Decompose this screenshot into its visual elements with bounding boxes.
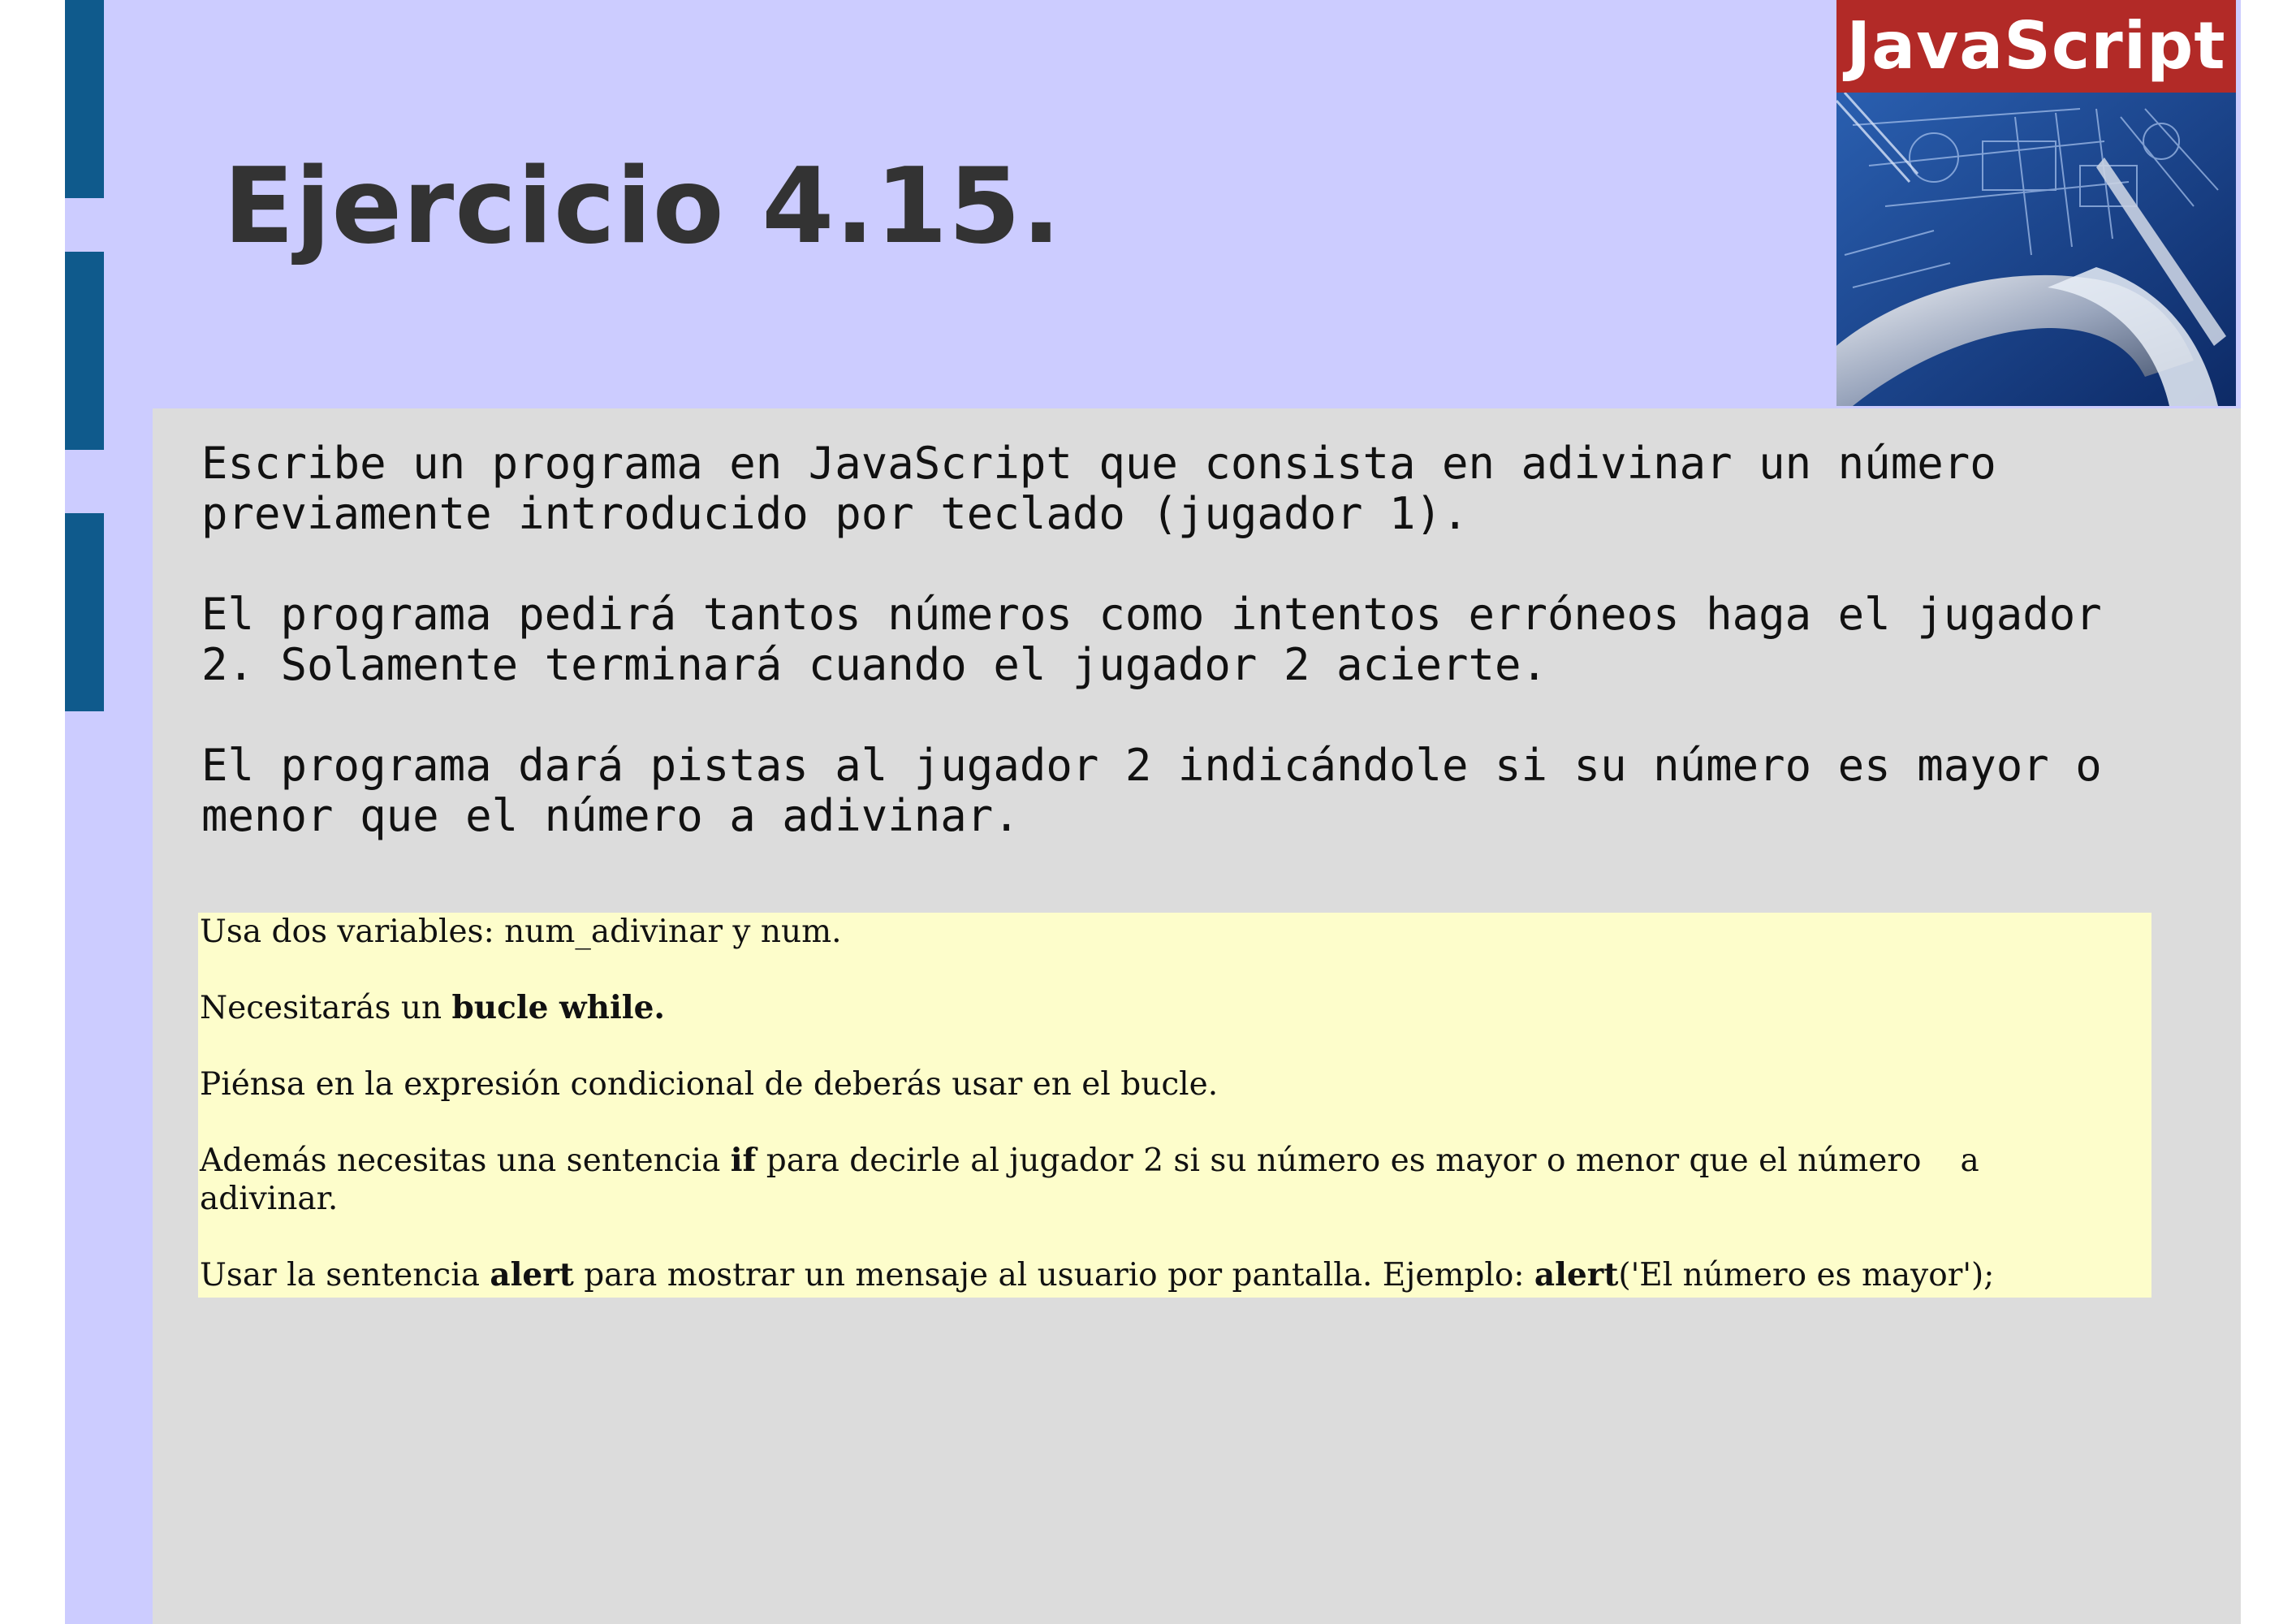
hint-if-tail: a (1960, 1142, 1979, 1179)
hint-variables-text: Usa dos variables: num_adivinar y num. (200, 914, 842, 950)
slide-title: Ejercicio 4.15. (223, 146, 1062, 267)
paragraph-2-line-1: El programa pedirá tantos números como i… (201, 589, 2102, 640)
side-bar-top (65, 0, 104, 198)
paragraph-1-line-1: Escribe un programa en JavaScript que co… (201, 438, 1996, 489)
hint-if-line-2: adivinar. (200, 1181, 339, 1217)
logo-banner: JavaScript (1836, 0, 2236, 93)
exercise-description: Escribe un programa en JavaScript que co… (201, 438, 2207, 892)
paragraph-3-line-1: El programa dará pistas al jugador 2 ind… (201, 740, 2102, 791)
paragraph-1: Escribe un programa en JavaScript que co… (201, 438, 2207, 539)
paragraph-2: El programa pedirá tantos números como i… (201, 590, 2207, 690)
hint-box: Usa dos variables: num_adivinar y num. N… (198, 913, 2151, 1298)
paragraph-2-line-2: 2. Solamente terminará cuando el jugador… (201, 639, 1548, 690)
hint-if-prefix: Además necesitas una sentencia (200, 1142, 731, 1179)
side-bar-middle (65, 252, 104, 450)
hint-alert-suffix: ('El número es mayor'); (1618, 1257, 1995, 1294)
hint-while-prefix: Necesitarás un (200, 990, 452, 1026)
side-bar-bottom (65, 513, 104, 711)
hint-while: Necesitarás un bucle while. (198, 989, 2151, 1027)
paragraph-3-line-2: menor que el número a adivinar. (201, 790, 1020, 841)
hint-condition-text: Piénsa en la expresión condicional de de… (200, 1066, 1219, 1103)
hint-condition: Piénsa en la expresión condicional de de… (198, 1065, 2151, 1104)
hint-alert-middle: para mostrar un mensaje al usuario por p… (573, 1257, 1534, 1294)
hint-alert-prefix: Usar la sentencia (200, 1257, 490, 1294)
hint-while-keyword: bucle while. (451, 989, 666, 1026)
paragraph-3: El programa dará pistas al jugador 2 ind… (201, 741, 2207, 841)
hint-alert-keyword: alert (490, 1256, 574, 1294)
javascript-logo: JavaScript (1836, 0, 2236, 406)
hint-alert-example-keyword: alert (1534, 1256, 1619, 1294)
blueprint-hammer-image (1836, 93, 2236, 406)
hint-variables: Usa dos variables: num_adivinar y num. (198, 913, 2151, 951)
hint-if-keyword: if (730, 1142, 757, 1179)
hint-alert: Usar la sentencia alert para mostrar un … (198, 1256, 2151, 1294)
hint-if-suffix: para decirle al jugador 2 si su número e… (756, 1142, 1922, 1179)
paragraph-1-line-2: previamente introducido por teclado (jug… (201, 488, 1469, 539)
hint-if: Además necesitas una sentencia if para d… (198, 1142, 2151, 1218)
